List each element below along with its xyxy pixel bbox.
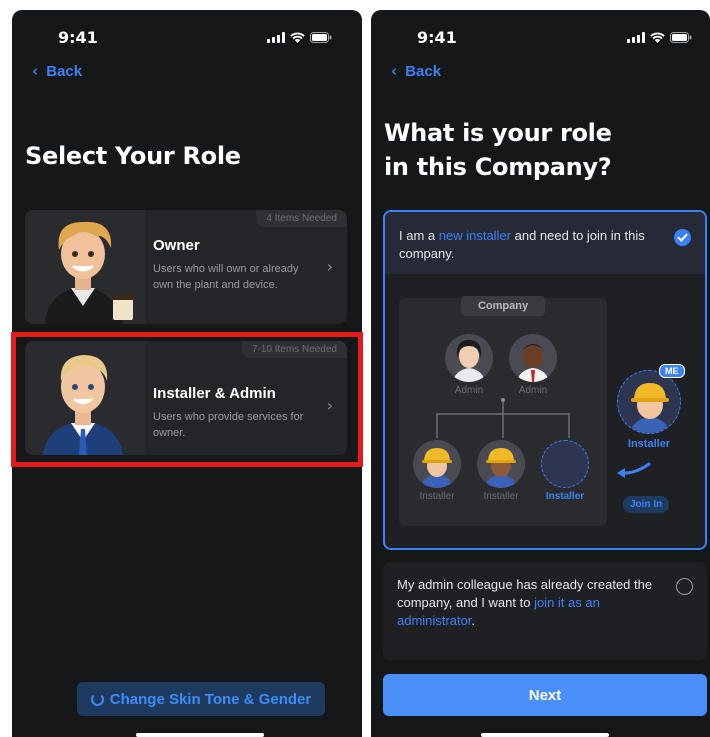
installer-label: Installer: [483, 491, 519, 502]
installer-label: Installer: [545, 491, 585, 502]
status-time: 9:41: [58, 28, 98, 47]
installer-avatar: [413, 440, 461, 488]
wifi-icon: [650, 32, 665, 43]
radio-unchecked-icon[interactable]: [676, 578, 693, 595]
home-indicator: [481, 733, 609, 737]
signal-icon: [627, 32, 645, 43]
option-join-admin[interactable]: My admin colleague has already created t…: [383, 562, 707, 660]
refresh-icon: [90, 692, 104, 706]
join-in-badge: Join In: [623, 496, 670, 513]
next-button[interactable]: Next: [383, 674, 707, 716]
company-role-screen: 9:41 ‹ Back What is your role in this Co…: [371, 10, 710, 737]
option-new-installer[interactable]: I am a new installer and need to join in…: [383, 210, 707, 550]
installer-avatar: [477, 440, 525, 488]
installer-label: Installer: [419, 491, 455, 502]
owner-items-badge: 4 Items Needed: [256, 210, 347, 227]
title-line-1: What is your role: [384, 119, 612, 147]
highlight-box: [11, 332, 363, 467]
wifi-icon: [290, 32, 305, 43]
company-diagram: Company Admin Admin Installer Installer: [399, 296, 607, 526]
option-join-admin-text: My admin colleague has already created t…: [397, 577, 653, 628]
page-title: Select Your Role: [25, 142, 241, 170]
change-skin-tone-button[interactable]: Change Skin Tone & Gender: [77, 682, 325, 716]
owner-role-description: Users who will own or already own the pl…: [153, 263, 299, 291]
skin-button-label: Change Skin Tone & Gender: [109, 690, 312, 708]
status-bar: 9:41: [12, 26, 362, 50]
back-label: Back: [405, 62, 442, 80]
chevron-left-icon: ‹: [391, 62, 398, 80]
owner-role-name: Owner: [153, 237, 200, 254]
battery-icon: [670, 32, 692, 43]
chevron-left-icon: ‹: [32, 62, 39, 80]
new-installer-link[interactable]: new installer: [439, 228, 511, 243]
installer-person: Installer: [477, 440, 525, 502]
arrow-left-icon: [615, 460, 651, 485]
home-indicator: [136, 733, 264, 737]
me-badge: ME: [659, 364, 685, 378]
status-bar: 9:41: [371, 26, 710, 50]
me-installer: ME Installer: [617, 364, 685, 450]
checked-icon: [674, 229, 691, 246]
signal-icon: [267, 32, 285, 43]
me-label: Installer: [627, 438, 671, 450]
back-button[interactable]: ‹ Back: [391, 62, 441, 80]
status-time: 9:41: [417, 28, 457, 47]
option-new-installer-text: I am a new installer and need to join in…: [399, 228, 645, 261]
installer-person: Installer: [413, 440, 461, 502]
back-label: Back: [46, 62, 83, 80]
chevron-right-icon: ›: [326, 257, 333, 276]
empty-slot-circle: [541, 440, 589, 488]
role-card-owner[interactable]: 4 Items Needed Owner Users who will own …: [25, 210, 347, 324]
battery-icon: [310, 32, 332, 43]
me-avatar: [617, 370, 681, 434]
back-button[interactable]: ‹ Back: [32, 62, 82, 80]
page-title: What is your role in this Company?: [384, 116, 612, 184]
installer-empty-slot: Installer: [541, 440, 589, 502]
owner-avatar: [25, 210, 145, 324]
title-line-2: in this Company?: [384, 153, 612, 181]
